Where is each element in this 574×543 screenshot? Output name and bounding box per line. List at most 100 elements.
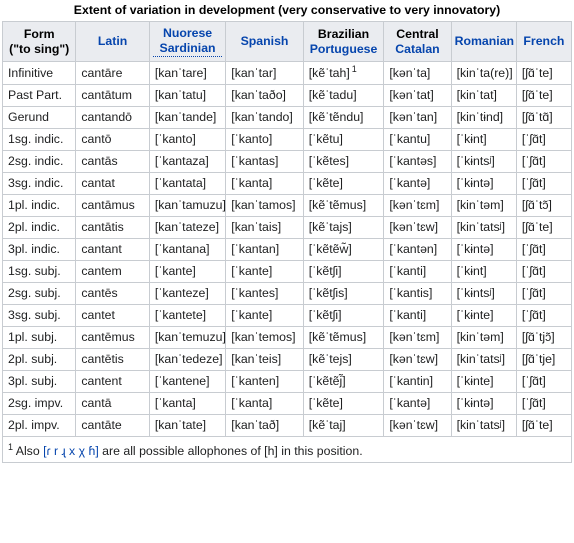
cell-french-text: [ˈʃɑ̃t] (521, 396, 546, 411)
cell-romanian-text: [ˈkɨntsʲ] (456, 154, 495, 169)
cell-catalan-text: [kənˈtɛm] (389, 330, 440, 345)
table-header-row: Form ("to sing") Latin Nuorese Sardinian… (1, 21, 573, 62)
cell-form: Gerund (1, 106, 77, 130)
cell-form-text: 2pl. indic. (8, 220, 60, 235)
column-header-form: Form ("to sing") (1, 21, 77, 62)
cell-catalan: [ˈkantən] (383, 238, 452, 262)
cell-sardinian: [ˈkante] (148, 260, 227, 284)
cell-catalan: [ˈkantis] (383, 282, 452, 306)
link-french[interactable]: French (520, 34, 568, 49)
cell-spanish-text: [ˈkante] (231, 308, 273, 323)
cell-portuguese: [kẽˈtadu] (302, 84, 385, 108)
cell-form-text: 1sg. indic. (8, 132, 64, 147)
cell-romanian-text: [ˈkɨntə] (456, 242, 494, 257)
cell-sardinian: [kanˈtate] (148, 414, 227, 438)
cell-spanish-text: [kanˈtamos] (231, 198, 296, 213)
cell-sardinian-text: [ˈkanta] (154, 396, 196, 411)
cell-catalan-text: [kənˈta] (389, 65, 431, 80)
cell-sardinian-text: [ˈkanto] (154, 132, 196, 147)
cell-catalan: [kənˈtɛw] (383, 414, 452, 438)
cell-catalan: [kənˈtan] (383, 106, 452, 130)
link-catalan[interactable]: Catalan (387, 42, 447, 57)
cell-romanian: [ˈkɨnte] (450, 304, 517, 328)
cell-sardinian: [ˈkanta] (148, 392, 227, 416)
cell-catalan-text: [ˈkantis] (389, 286, 433, 301)
table-row: 1pl. indic. cantāmus [kanˈtamuzu] [kanˈtamo… (1, 194, 573, 218)
cell-form: Infinitive (1, 60, 77, 86)
cell-portuguese: [ˈkẽte] (302, 172, 385, 196)
cell-french-text: [ʃɑ̃ˈtje] (521, 352, 556, 367)
cell-spanish: [ˈkantan] (225, 238, 304, 262)
column-header-portuguese: Brazilian Portuguese (302, 21, 385, 62)
cell-spanish: [ˈkanta] (225, 392, 304, 416)
cell-french-text: [ˈʃɑ̃t] (521, 286, 546, 301)
cell-french-text: [ˈʃɑ̃t] (521, 374, 546, 389)
cell-catalan: [kənˈtɛm] (383, 194, 452, 218)
cell-french-text: [ˈʃɑ̃t] (521, 176, 546, 191)
cell-catalan-text: [ˈkanti] (389, 264, 427, 279)
cell-catalan-text: [kənˈtɛw] (389, 418, 439, 433)
cell-portuguese-text: [ˈkẽtẽj̃] (308, 374, 346, 389)
cell-latin-text: cantā (81, 396, 112, 411)
cell-sardinian-text: [ˈkante] (154, 264, 196, 279)
cell-portuguese-text: [ˈkẽtu] (308, 132, 343, 147)
cell-latin: cantāmus (75, 194, 150, 218)
cell-french-text: [ʃɑ̃ˈte] (521, 220, 553, 235)
cell-latin-text: cantās (81, 154, 118, 169)
link-spanish[interactable]: Spanish (229, 34, 299, 49)
cell-sardinian: [kanˈtedeze] (148, 348, 227, 372)
link-portuguese[interactable]: Portuguese (307, 42, 381, 57)
cell-sardinian-text: [ˈkantene] (154, 374, 210, 389)
cell-sardinian: [ˈkantene] (148, 370, 227, 394)
cell-spanish: [ˈkante] (225, 260, 304, 284)
cell-portuguese-text: [kẽˈtah] (308, 66, 350, 81)
cell-romanian-text: [ˈkɨnte] (456, 374, 494, 389)
cell-spanish: [kanˈtaðo] (225, 84, 304, 108)
cell-spanish-text: [kanˈtando] (231, 110, 293, 125)
cell-catalan-text: [ˈkantə] (389, 396, 431, 411)
cell-sardinian: [ˈkanto] (148, 128, 227, 152)
link-nuorese[interactable]: Nuorese (153, 26, 222, 41)
table-row: 2sg. subj. cantēs [ˈkanteze] [ˈkantes] [ˈkẽt… (1, 282, 573, 306)
cell-sardinian-text: [kanˈtande] (154, 110, 217, 125)
footnote-ipa-link[interactable]: [ɾ r ɻ x χ ɦ] (43, 444, 99, 458)
link-romanian[interactable]: Romanian (455, 34, 514, 49)
cell-french: [ˈʃɑ̃t] (515, 282, 573, 306)
cell-portuguese-text: [kẽˈtẽndu] (308, 110, 364, 125)
cell-portuguese: [kẽˈtejs] (302, 348, 385, 372)
cell-french: [ʃɑ̃ˈtje] (515, 348, 573, 372)
cell-sardinian-text: [kanˈtate] (154, 418, 207, 433)
cell-catalan-text: [ˈkantən] (389, 242, 438, 257)
cell-spanish-text: [kanˈtemos] (231, 330, 296, 345)
cell-spanish-text: [ˈkantan] (231, 242, 280, 257)
cell-portuguese: [ˈkẽtʃis] (302, 282, 385, 306)
cell-latin: cantātis (75, 216, 150, 240)
link-sardinian[interactable]: Sardinian (152, 41, 223, 57)
cell-latin-text: cantandō (81, 110, 133, 125)
cell-form-text: Infinitive (8, 65, 54, 80)
cell-catalan-text: [kənˈtan] (389, 110, 438, 125)
cell-romanian: [ˈkɨntsʲ] (450, 282, 517, 306)
cell-latin-text: cantent (81, 374, 122, 389)
cell-sardinian: [ˈkantana] (148, 238, 227, 262)
table-row: 2sg. indic. cantās [ˈkantaza] [ˈkantas] [ˈkẽ… (1, 150, 573, 174)
cell-portuguese: [ˈkẽtʃi] (302, 260, 385, 284)
cell-latin-text: cantāte (81, 418, 122, 433)
cell-form-text: 1pl. indic. (8, 198, 60, 213)
cell-portuguese-text: [kẽˈtajs] (308, 220, 352, 235)
cell-spanish: [ˈkante] (225, 304, 304, 328)
cell-romanian: [kinˈta(re)] (450, 60, 517, 86)
cell-form-text: 3sg. subj. (8, 308, 61, 323)
cell-form: 1sg. indic. (1, 128, 77, 152)
table-container: Extent of variation in development (very… (0, 0, 574, 464)
cell-form-text: Past Part. (8, 88, 62, 103)
cell-french-text: [ˈʃɑ̃t] (521, 308, 546, 323)
link-latin[interactable]: Latin (79, 34, 145, 49)
cell-form-text: 1pl. subj. (8, 330, 58, 345)
cell-romanian-text: [kinˈtatsʲ] (456, 220, 506, 235)
cell-sardinian: [ˈkantete] (148, 304, 227, 328)
cell-french: [ˈʃɑ̃t] (515, 392, 573, 416)
footnote-ref[interactable]: 1 (350, 64, 357, 74)
cell-latin-text: cantant (81, 242, 122, 257)
cell-portuguese-text: [kẽˈtẽmus] (308, 330, 367, 345)
